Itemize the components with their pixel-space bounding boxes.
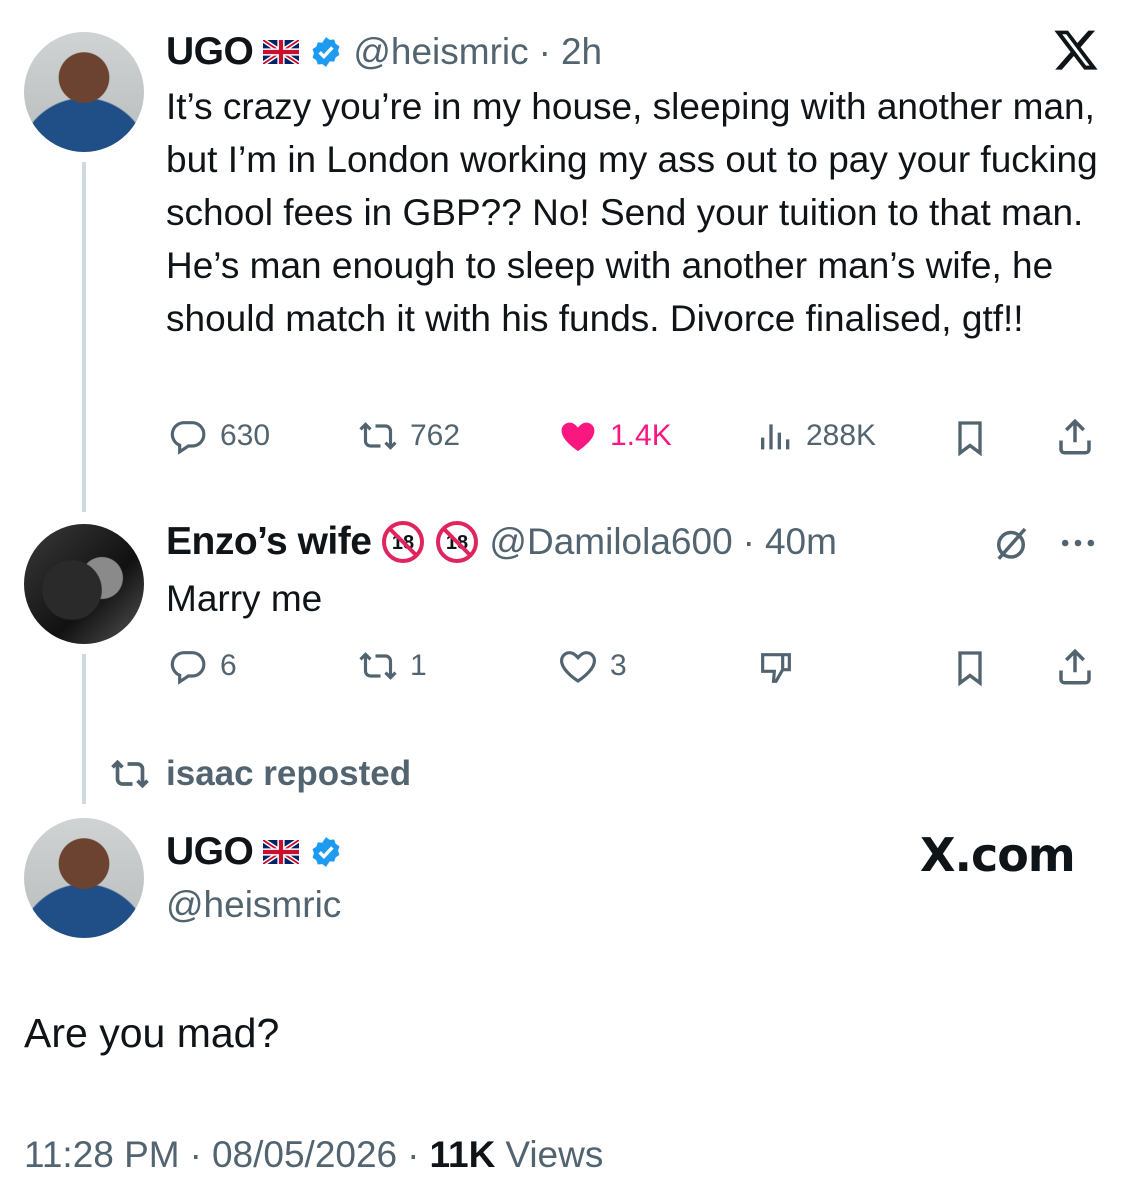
- views-icon: [761, 424, 790, 450]
- reply-count: 630: [220, 419, 271, 452]
- tweet-time[interactable]: 40m: [765, 521, 837, 563]
- tweet-time[interactable]: 2h: [561, 31, 602, 73]
- tweet-header: UGO @heismric · 2h: [166, 28, 602, 76]
- repost-label: isaac reposted: [166, 754, 412, 793]
- x-logo-icon[interactable]: [1052, 26, 1100, 74]
- repost-icon: [359, 422, 397, 450]
- heart-icon: [560, 651, 596, 683]
- author-handle[interactable]: @Damilola600: [489, 521, 732, 563]
- dislike-icon[interactable]: [754, 648, 798, 688]
- repost-button[interactable]: 1: [356, 646, 427, 686]
- repost-count: 762: [410, 419, 461, 452]
- repost-icon: [111, 759, 149, 789]
- reply-icon: [170, 651, 206, 685]
- avatar-ugo[interactable]: [24, 818, 144, 938]
- grok-icon[interactable]: [990, 522, 1032, 564]
- repost-indicator[interactable]: isaac reposted: [108, 754, 411, 794]
- author-name[interactable]: UGO: [166, 830, 254, 874]
- heart-icon: [561, 422, 595, 451]
- like-count: 1.4K: [610, 419, 672, 452]
- no-18-icon: 18: [436, 521, 479, 563]
- bookmark-icon[interactable]: [950, 648, 990, 688]
- no-18-icon: 18: [382, 521, 425, 563]
- verified-icon: [312, 37, 340, 67]
- views-count: 288K: [806, 419, 877, 452]
- tweet-text: Are you mad?: [24, 1010, 280, 1056]
- separator-dot: ·: [538, 31, 551, 72]
- repost-icon: [359, 652, 397, 680]
- like-button[interactable]: 3: [556, 646, 627, 686]
- author-name[interactable]: UGO: [166, 30, 254, 74]
- tweet-date[interactable]: 08/05/2026: [212, 1134, 397, 1176]
- avatar-enzo[interactable]: [24, 524, 144, 644]
- more-icon[interactable]: [1056, 528, 1100, 558]
- separator-dot: ·: [742, 521, 755, 562]
- reply-button[interactable]: 6: [166, 646, 237, 686]
- reply-count: 6: [220, 649, 237, 682]
- tweet-time[interactable]: 11:28 PM: [24, 1134, 180, 1176]
- thread-line: [82, 654, 86, 804]
- share-icon[interactable]: [1054, 416, 1096, 458]
- thread-line: [82, 162, 86, 512]
- tweet-header: Enzo’s wife 18 18 @Damilola600 · 40m: [166, 518, 837, 566]
- author-handle[interactable]: @heismric: [353, 31, 528, 73]
- views-button[interactable]: 288K: [756, 416, 876, 456]
- site-label: X.com: [920, 828, 1076, 882]
- uk-flag-icon: [263, 840, 300, 864]
- repost-button[interactable]: 762: [356, 416, 460, 456]
- repost-count: 1: [410, 649, 427, 682]
- like-count: 3: [610, 649, 627, 682]
- bookmark-icon[interactable]: [950, 418, 990, 458]
- views-label: Views: [505, 1134, 604, 1175]
- uk-flag-icon: [263, 40, 300, 64]
- reply-button[interactable]: 630: [166, 416, 270, 456]
- reply-icon: [170, 421, 206, 455]
- avatar-ugo[interactable]: [24, 32, 144, 152]
- separator-dot: ·: [189, 1134, 202, 1175]
- tweet-text: Marry me: [166, 578, 323, 619]
- tweet-text: It’s crazy you’re in my house, sleeping …: [166, 86, 1098, 339]
- author-name[interactable]: Enzo’s wife: [166, 520, 372, 564]
- views-count: 11K: [429, 1134, 496, 1175]
- author-handle[interactable]: @heismric: [166, 884, 341, 926]
- verified-icon: [312, 837, 340, 867]
- separator-dot: ·: [407, 1134, 420, 1175]
- tweet-header: UGO: [166, 828, 343, 876]
- like-button[interactable]: 1.4K: [556, 416, 672, 456]
- share-icon[interactable]: [1054, 646, 1096, 688]
- tweet-meta: 11:28 PM · 08/05/2026 · 11K Views: [24, 1134, 603, 1176]
